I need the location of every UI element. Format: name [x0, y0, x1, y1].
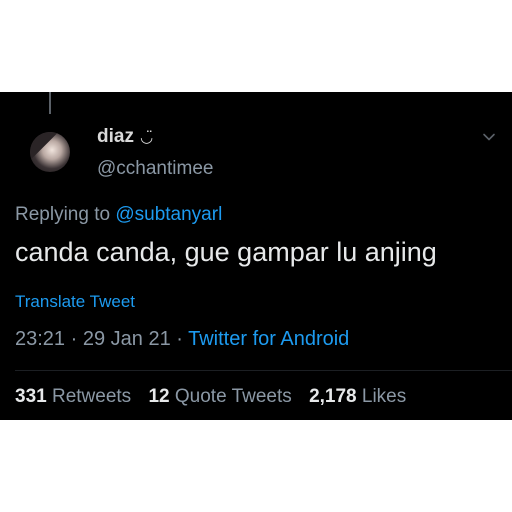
likes-label: Likes	[361, 386, 407, 407]
likes-stat[interactable]: 2,178 Likes	[309, 386, 406, 407]
quote-tweets-stat[interactable]: 12 Quote Tweets	[148, 386, 291, 407]
author-handle[interactable]: @cchantimee	[97, 158, 213, 180]
tweet-meta: 23:21 · 29 Jan 21 · Twitter for Android	[15, 328, 349, 351]
retweets-stat[interactable]: 331 Retweets	[15, 386, 131, 407]
thread-line	[49, 92, 51, 114]
avatar-photo	[30, 132, 70, 172]
tweet-source-link[interactable]: Twitter for Android	[188, 328, 349, 350]
author-display-name[interactable]: diaz	[97, 126, 134, 148]
tweet-time[interactable]: 23:21	[15, 328, 65, 350]
replying-prefix: Replying to	[15, 204, 116, 225]
chevron-down-icon[interactable]	[482, 130, 496, 144]
tweet-card: diaz ◡̈ @cchantimee Replying to @subtany…	[0, 92, 512, 420]
translate-tweet-link[interactable]: Translate Tweet	[15, 292, 135, 312]
quotes-count: 12	[148, 386, 170, 407]
tweet-date[interactable]: 29 Jan 21	[83, 328, 171, 350]
tweet-text: canda canda, gue gampar lu anjing	[15, 237, 437, 267]
tweet-stats: 331 Retweets 12 Quote Tweets 2,178 Likes	[15, 386, 418, 408]
meta-separator-2: ·	[170, 328, 189, 350]
retweets-count: 331	[15, 386, 47, 407]
avatar[interactable]	[30, 132, 70, 172]
screenshot-canvas: diaz ◡̈ @cchantimee Replying to @subtany…	[0, 0, 512, 512]
replying-to: Replying to @subtanyarl	[15, 204, 222, 226]
quotes-label: Quote Tweets	[174, 386, 292, 407]
name-emoji: ◡̈	[139, 128, 154, 146]
reply-mention-link[interactable]: @subtanyarl	[115, 204, 222, 225]
divider	[15, 370, 512, 371]
likes-count: 2,178	[309, 386, 357, 407]
meta-separator: ·	[65, 328, 83, 350]
retweets-label: Retweets	[51, 386, 132, 407]
author-name-row[interactable]: diaz ◡̈	[97, 126, 153, 148]
